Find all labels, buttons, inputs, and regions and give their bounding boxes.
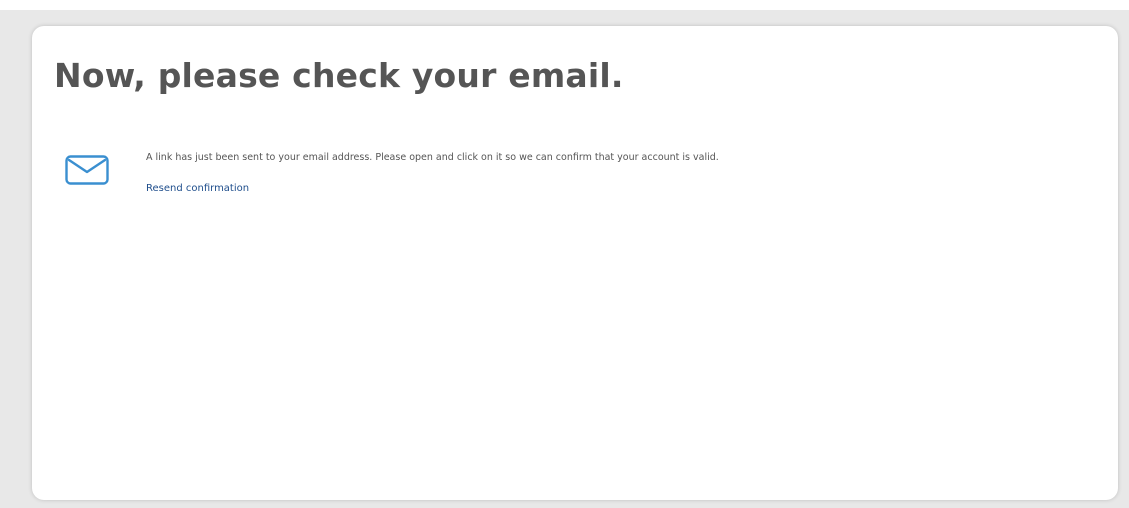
confirmation-card: Now, please check your email. A link has…: [32, 26, 1118, 500]
confirmation-message: A link has just been sent to your email …: [146, 152, 719, 163]
top-strip: [0, 0, 1129, 10]
envelope-icon: [65, 155, 109, 185]
page-title: Now, please check your email.: [54, 56, 624, 95]
resend-confirmation-link[interactable]: Resend confirmation: [146, 183, 249, 194]
